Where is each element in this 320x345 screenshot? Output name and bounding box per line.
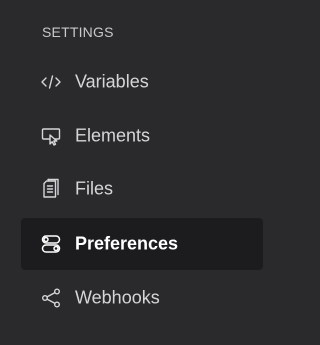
sidebar-item-label: Elements [75,125,151,146]
sidebar-item-label: Preferences [75,233,179,254]
sidebar-item-variables[interactable]: Variables [21,56,263,108]
sidebar-item-webhooks[interactable]: Webhooks [21,272,263,324]
element-cursor-icon [40,125,62,147]
sidebar-item-preferences[interactable]: Preferences [21,218,263,270]
toggles-icon [40,233,62,255]
share-icon [40,287,62,309]
sidebar-item-elements[interactable]: Elements [21,110,263,162]
settings-sidebar: SETTINGS Variables Elements Files Prefer… [0,0,286,345]
sidebar-item-label: Variables [75,71,149,92]
code-icon [40,71,62,93]
sidebar-item-label: Files [75,178,114,199]
sidebar-item-label: Webhooks [75,287,160,308]
file-icon [40,178,62,200]
section-title: SETTINGS [42,24,114,40]
sidebar-item-files[interactable]: Files [21,163,263,215]
